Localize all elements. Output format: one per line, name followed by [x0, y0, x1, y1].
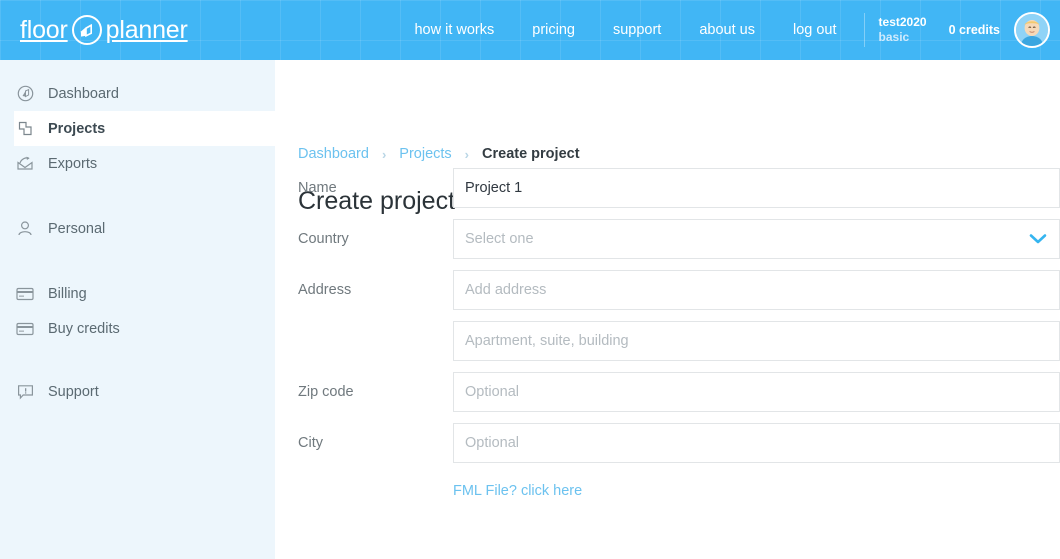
breadcrumb-separator-icon: ›: [464, 146, 470, 162]
credit-card-icon: [14, 283, 36, 305]
support-bubble-icon: [14, 381, 36, 403]
form-row-country: Country Select one: [275, 219, 1060, 259]
app-header: floor planner how it works pricing suppo…: [0, 0, 1060, 60]
label-address: Address: [298, 282, 352, 298]
nav-log-out[interactable]: log out: [774, 0, 856, 60]
sidebar-item-billing[interactable]: Billing: [0, 276, 275, 311]
sidebar-item-support[interactable]: Support: [0, 374, 275, 409]
form-row-name: Name Project 1: [275, 168, 1060, 208]
house-in-circle-icon: [71, 15, 102, 45]
logo-word-planner: planner: [105, 15, 188, 44]
sidebar-item-label: Billing: [48, 285, 87, 302]
create-project-form: Name Project 1 Country Select one Addres…: [275, 168, 1060, 500]
label-zip-code: Zip code: [298, 384, 354, 400]
sidebar-item-dashboard[interactable]: Dashboard: [0, 76, 275, 111]
sidebar-item-label: Exports: [48, 155, 98, 172]
sidebar-item-label: Projects: [48, 120, 106, 137]
main-content: Dashboard › Projects › Create project Cr…: [275, 60, 1060, 559]
nav-how-it-works[interactable]: how it works: [395, 0, 513, 60]
name-input[interactable]: Project 1: [453, 168, 1060, 208]
sidebar-item-label: Personal: [48, 220, 106, 237]
dashboard-icon: [14, 83, 36, 105]
nav-support[interactable]: support: [594, 0, 680, 60]
breadcrumb: Dashboard › Projects › Create project: [298, 146, 580, 162]
sidebar: Dashboard Projects Exports Personal Bill…: [0, 60, 275, 559]
address-input[interactable]: Add address: [453, 270, 1060, 310]
form-row-address2: Apartment, suite, building: [275, 321, 1060, 361]
form-row-address: Address Add address: [275, 270, 1060, 310]
breadcrumb-current: Create project: [482, 146, 580, 162]
label-city: City: [298, 435, 323, 451]
sidebar-item-projects[interactable]: Projects: [14, 111, 275, 146]
sidebar-item-label: Buy credits: [48, 320, 120, 337]
account-plan: basic: [878, 30, 910, 44]
sidebar-item-exports[interactable]: Exports: [0, 146, 275, 181]
country-select-value: Select one: [465, 231, 534, 247]
credit-card-icon: [14, 318, 36, 340]
address2-input-placeholder: Apartment, suite, building: [465, 333, 629, 349]
sidebar-item-label: Support: [48, 383, 99, 400]
nav-pricing[interactable]: pricing: [513, 0, 594, 60]
label-address2: [275, 321, 453, 333]
country-select[interactable]: Select one: [453, 219, 1060, 259]
address2-input[interactable]: Apartment, suite, building: [453, 321, 1060, 361]
city-input-placeholder: Optional: [465, 435, 520, 451]
form-row-zip-code: Zip code Optional: [275, 372, 1060, 412]
zip-code-input[interactable]: Optional: [453, 372, 1060, 412]
sidebar-item-personal[interactable]: Personal: [0, 211, 275, 246]
breadcrumb-projects[interactable]: Projects: [399, 146, 451, 162]
city-input[interactable]: Optional: [453, 423, 1060, 463]
breadcrumb-dashboard[interactable]: Dashboard: [298, 146, 369, 162]
avatar[interactable]: [1014, 12, 1050, 48]
exports-icon: [14, 153, 36, 175]
breadcrumb-separator-icon: ›: [381, 146, 387, 162]
sidebar-item-label: Dashboard: [48, 85, 119, 102]
address-input-placeholder: Add address: [465, 282, 547, 298]
account-info[interactable]: test2020 basic: [879, 15, 927, 45]
projects-icon: [14, 118, 36, 140]
label-country: Country: [298, 231, 349, 247]
fml-file-link[interactable]: FML File? click here: [453, 483, 582, 499]
nav-about-us[interactable]: about us: [680, 0, 774, 60]
account-username: test2020: [878, 15, 927, 29]
logo-word-floor: floor: [20, 15, 68, 44]
label-name: Name: [298, 180, 337, 196]
person-icon: [14, 218, 36, 240]
zip-code-input-placeholder: Optional: [465, 384, 520, 400]
header-divider: [863, 13, 865, 47]
floorplanner-logo[interactable]: floor planner: [20, 15, 188, 45]
credits-label[interactable]: 0 credits: [949, 23, 1000, 37]
page-body: Dashboard Projects Exports Personal Bill…: [0, 60, 1060, 559]
sidebar-item-buy-credits[interactable]: Buy credits: [0, 311, 275, 346]
form-row-city: City Optional: [275, 423, 1060, 463]
name-input-value: Project 1: [465, 180, 523, 196]
main-navigation: how it works pricing support about us lo…: [395, 0, 1060, 60]
chevron-down-icon: [1029, 233, 1047, 245]
